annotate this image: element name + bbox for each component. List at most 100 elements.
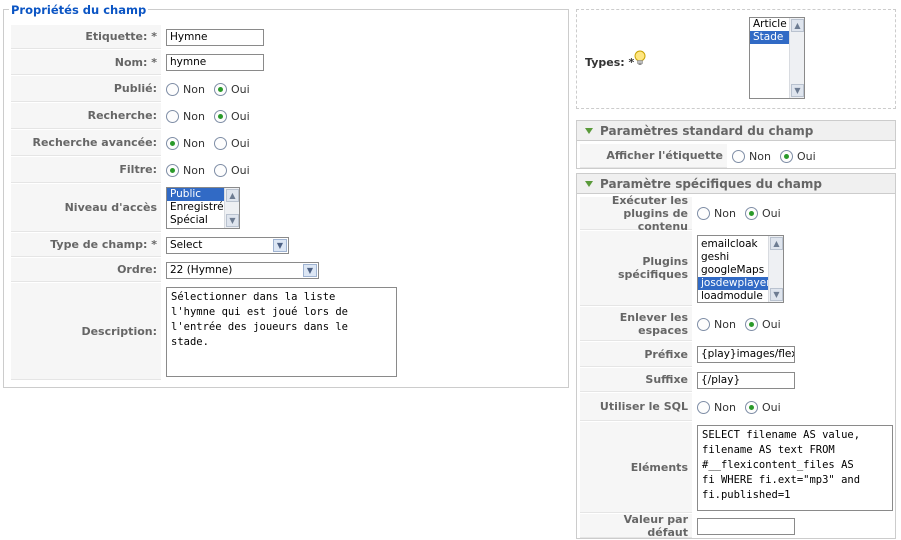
row-recherche-avancee: Recherche avancée: Non Oui	[11, 130, 567, 156]
lightbulb-svg	[634, 50, 646, 65]
ordre-select[interactable]: 22 (Hymne) ▼	[166, 261, 319, 279]
scroll-up-icon[interactable]: ▲	[770, 236, 783, 250]
row-publie: Publié: Non Oui	[11, 76, 567, 102]
afficher-oui-radio[interactable]	[779, 149, 793, 163]
recherche-avancee-oui-label[interactable]: Oui	[231, 137, 250, 150]
row-prefixe: Préfixe {play}images/flexicon	[580, 342, 894, 367]
enlever-label: Enlever les espaces	[580, 307, 692, 341]
row-utiliser-sql: Utiliser le SQL Non Oui	[580, 393, 894, 421]
niveau-acces-label: Niveau d'accès	[11, 184, 161, 232]
publie-non-label[interactable]: Non	[183, 83, 205, 96]
executer-non-radio[interactable]	[697, 207, 710, 220]
plugins-label-line-2: spécifiques	[617, 268, 688, 281]
recherche-oui-label[interactable]: Oui	[231, 110, 250, 123]
executer-oui-radio[interactable]	[744, 207, 758, 220]
elements-label: Eléments	[580, 422, 692, 513]
afficher-oui-label[interactable]: Oui	[797, 150, 816, 163]
type-champ-select[interactable]: Select ▼	[166, 236, 289, 254]
recherche-avancee-non-radio[interactable]	[166, 136, 179, 150]
row-type-champ: Type de champ: * Select ▼	[11, 233, 567, 257]
row-description: Description: Sélectionner dans la liste …	[11, 283, 567, 380]
row-valeur-defaut: Valeur par défaut	[580, 513, 894, 539]
sql-oui-radio[interactable]	[744, 400, 758, 414]
filtre-non-radio[interactable]	[166, 163, 179, 177]
plugins-scrollbar[interactable]: ▲ ▼	[768, 235, 783, 302]
row-nom: Nom: * hymne	[11, 50, 567, 75]
row-etiquette: Etiquette: * Hymne	[11, 25, 567, 49]
niveau-acces-listbox[interactable]: Public Enregistré Spécial ▲ ▼	[166, 187, 240, 229]
fieldset-legend: Propriétés du champ	[9, 3, 149, 17]
description-label: Description:	[11, 283, 161, 380]
filtre-oui-radio[interactable]	[213, 163, 227, 177]
types-scrollbar[interactable]: ▲ ▼	[789, 18, 804, 98]
standard-params-title: Paramètres standard du champ	[600, 123, 814, 138]
executer-oui-label[interactable]: Oui	[762, 207, 781, 220]
executer-label: Exécuter les plugins de contenu	[580, 194, 692, 233]
executer-non-label[interactable]: Non	[714, 207, 736, 220]
scroll-up-icon[interactable]: ▲	[791, 19, 804, 32]
sql-oui-label[interactable]: Oui	[762, 401, 781, 414]
sql-non-radio[interactable]	[697, 400, 710, 414]
recherche-avancee-non-label[interactable]: Non	[183, 137, 205, 150]
row-filtre: Filtre: Non Oui	[11, 157, 567, 183]
enlever-oui-radio[interactable]	[744, 317, 758, 331]
etiquette-label: Etiquette: *	[11, 25, 161, 49]
field-properties-fieldset: Propriétés du champ Etiquette: * Hymne N…	[3, 4, 569, 388]
niveau-acces-scrollbar[interactable]: ▲ ▼	[224, 188, 239, 228]
scroll-down-icon[interactable]: ▼	[226, 214, 239, 227]
specific-params-panel: Paramètre spécifiques du champ Exécuter …	[576, 173, 896, 539]
afficher-non-label[interactable]: Non	[749, 150, 771, 163]
executer-label-line-2: plugins de contenu	[623, 206, 688, 233]
prefixe-input[interactable]: {play}images/flexicon	[697, 346, 795, 363]
nom-input[interactable]: hymne	[166, 54, 264, 71]
elements-textarea[interactable]: SELECT filename AS value, filename AS te…	[697, 424, 893, 511]
lightbulb-icon[interactable]	[633, 50, 647, 66]
afficher-non-radio[interactable]	[732, 149, 745, 163]
triangle-down-icon[interactable]	[585, 127, 593, 134]
standard-params-header[interactable]: Paramètres standard du champ	[577, 121, 895, 141]
specific-params-header[interactable]: Paramètre spécifiques du champ	[577, 174, 895, 194]
publie-oui-radio[interactable]	[213, 82, 227, 96]
recherche-non-radio[interactable]	[166, 109, 179, 123]
etiquette-input[interactable]: Hymne	[166, 28, 264, 46]
recherche-non-label[interactable]: Non	[183, 110, 205, 123]
description-textarea[interactable]: Sélectionner dans la liste l'hymne qui e…	[166, 286, 397, 377]
type-champ-label: Type de champ: *	[11, 233, 161, 257]
scroll-up-icon[interactable]: ▲	[226, 189, 239, 202]
scroll-down-icon[interactable]: ▼	[770, 287, 783, 301]
scroll-down-icon[interactable]: ▼	[791, 84, 804, 97]
afficher-etiquette-label: Afficher l'étiquette	[580, 144, 727, 168]
enlever-oui-label[interactable]: Oui	[762, 318, 781, 331]
row-suffixe: Suffixe {/play}	[580, 368, 894, 392]
plugins-listbox[interactable]: emailcloak geshi googleMaps josdewplayer…	[697, 234, 784, 303]
triangle-down-icon[interactable]	[585, 180, 593, 187]
recherche-oui-radio[interactable]	[213, 109, 227, 123]
suffixe-label: Suffixe	[580, 368, 692, 392]
enlever-label-line-1: Enlever les	[619, 310, 688, 324]
types-listbox[interactable]: Article Stade ▲ ▼	[749, 17, 805, 99]
recherche-avancee-oui-radio[interactable]	[213, 136, 227, 150]
enlever-non-radio[interactable]	[697, 317, 710, 331]
enlever-label-line-2: espaces	[638, 323, 688, 337]
chevron-down-icon[interactable]: ▼	[303, 263, 317, 277]
chevron-down-icon[interactable]: ▼	[273, 238, 287, 252]
publie-oui-label[interactable]: Oui	[231, 83, 250, 96]
suffixe-input[interactable]: {/play}	[697, 371, 795, 389]
enlever-non-label[interactable]: Non	[714, 318, 736, 331]
row-recherche: Recherche: Non Oui	[11, 103, 567, 129]
filtre-oui-label[interactable]: Oui	[231, 164, 250, 177]
publie-label: Publié:	[11, 76, 161, 102]
ordre-value: 22 (Hymne)	[170, 263, 233, 276]
specific-params-title: Paramètre spécifiques du champ	[600, 176, 822, 191]
row-plugins-specifiques: Plugins spécifiques emailcloak geshi goog…	[580, 231, 894, 306]
type-champ-value: Select	[170, 238, 203, 251]
recherche-avancee-label: Recherche avancée:	[11, 130, 161, 156]
row-executer-plugins: Exécuter les plugins de contenu Non Oui	[580, 194, 894, 233]
valeur-defaut-input[interactable]	[697, 517, 795, 535]
publie-non-radio[interactable]	[166, 82, 179, 96]
row-niveau-acces: Niveau d'accès Public Enregistré Spécial…	[11, 184, 567, 232]
sql-non-label[interactable]: Non	[714, 401, 736, 414]
filtre-non-label[interactable]: Non	[183, 164, 205, 177]
row-afficher-etiquette: Afficher l'étiquette Non Oui	[580, 144, 894, 168]
plugins-label-line-1: Plugins	[642, 255, 688, 268]
